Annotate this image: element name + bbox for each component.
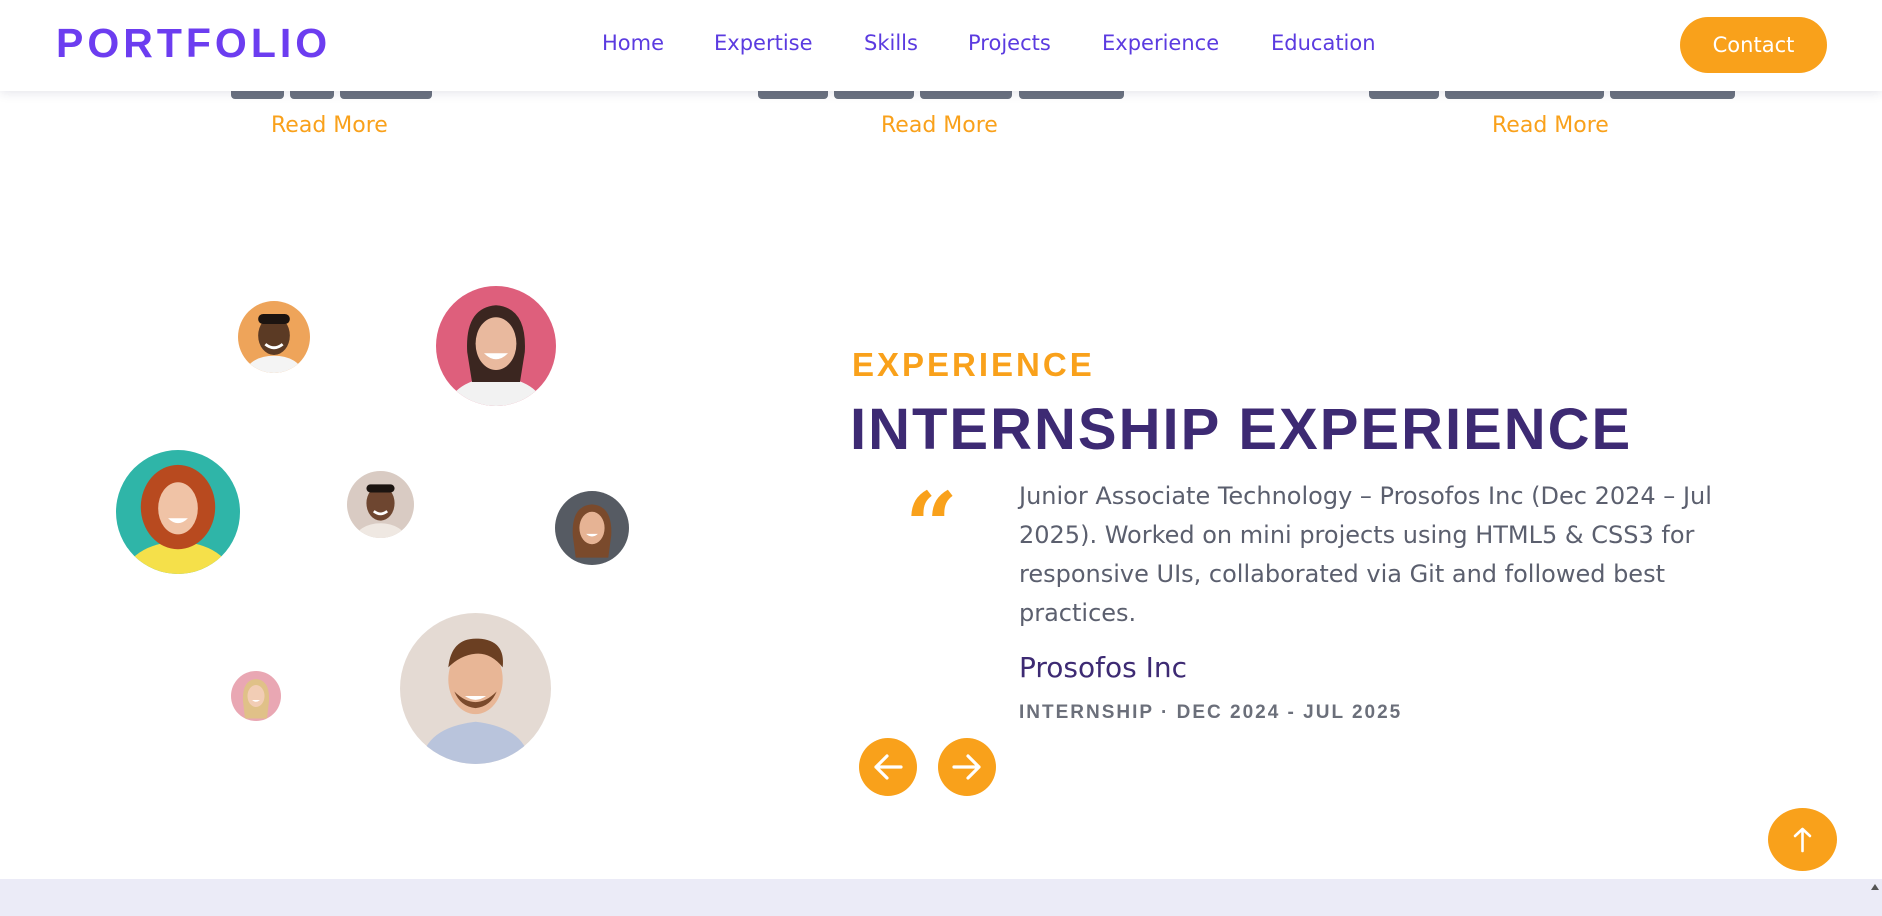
avatar xyxy=(347,471,414,538)
nav-skills[interactable]: Skills xyxy=(864,31,918,55)
next-section xyxy=(0,879,1882,916)
avatar xyxy=(400,613,551,764)
scroll-to-top-button[interactable] xyxy=(1768,808,1837,871)
nav-projects[interactable]: Projects xyxy=(968,31,1051,55)
scrollbar-up-arrow-icon[interactable] xyxy=(1868,880,1882,894)
avatar xyxy=(436,286,556,406)
read-more-link[interactable]: Read More xyxy=(881,113,998,138)
section-eyebrow: EXPERIENCE xyxy=(852,346,1095,383)
avatar xyxy=(238,301,310,373)
read-more-link[interactable]: Read More xyxy=(271,113,388,138)
nav-experience[interactable]: Experience xyxy=(1102,31,1219,55)
avatar xyxy=(555,491,629,565)
company-name: Prosofos Inc xyxy=(1019,651,1188,684)
site-logo[interactable]: PORTFOLIO xyxy=(56,20,331,67)
arrow-up-icon xyxy=(1793,827,1812,853)
experience-description: Junior Associate Technology – Prosofos I… xyxy=(1019,482,1712,627)
avatar xyxy=(116,450,240,574)
site-header: PORTFOLIO Home Expertise Skills Projects… xyxy=(0,0,1882,91)
nav-education[interactable]: Education xyxy=(1271,31,1376,55)
nav-home[interactable]: Home xyxy=(602,31,664,55)
next-button[interactable] xyxy=(938,738,996,796)
arrow-left-icon xyxy=(874,754,903,780)
quote-icon: “ xyxy=(905,472,958,580)
arrow-right-icon xyxy=(952,754,981,780)
section-title: INTERNSHIP EXPERIENCE xyxy=(850,397,1633,462)
avatar xyxy=(231,671,281,721)
previous-button[interactable] xyxy=(859,738,917,796)
experience-meta: INTERNSHIP · DEC 2024 - JUL 2025 xyxy=(1019,702,1403,723)
nav-expertise[interactable]: Expertise xyxy=(714,31,813,55)
read-more-link[interactable]: Read More xyxy=(1492,113,1609,138)
contact-button[interactable]: Contact xyxy=(1680,17,1827,73)
